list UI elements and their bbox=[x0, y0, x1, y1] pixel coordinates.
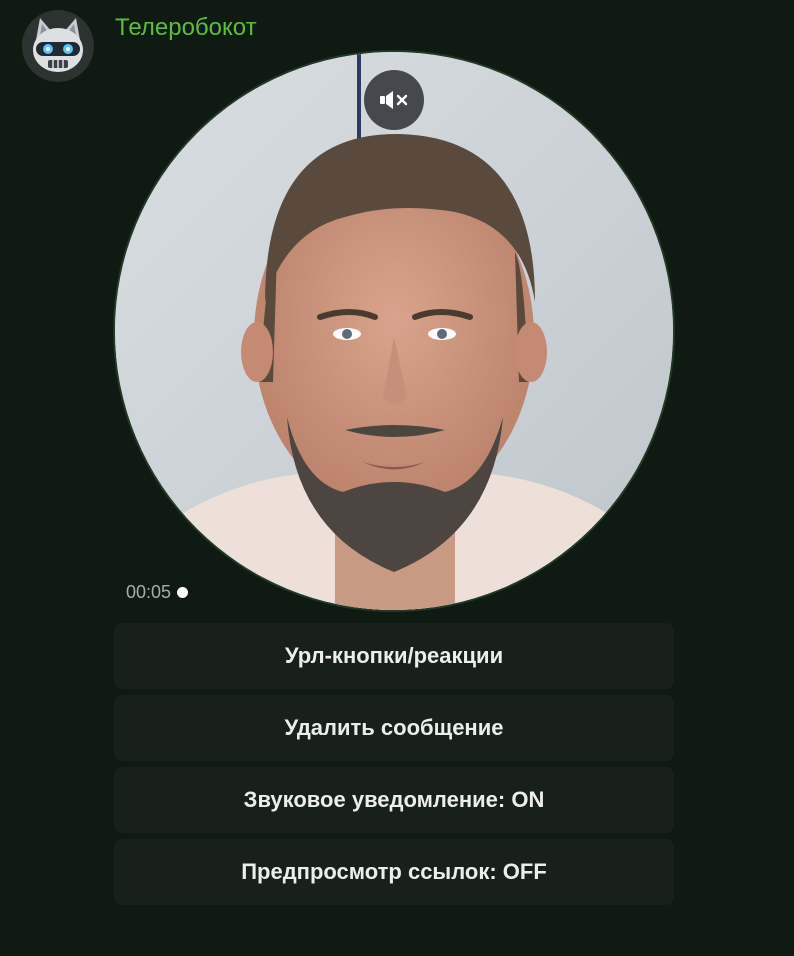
sender-name[interactable]: Телеробокот bbox=[115, 13, 257, 43]
sound-notification-toggle-button[interactable]: Звуковое уведомление: ON bbox=[114, 767, 674, 833]
video-duration: 00:05 bbox=[126, 581, 189, 603]
button-label: Удалить сообщение bbox=[284, 715, 504, 740]
button-label: Предпросмотр ссылок: OFF bbox=[241, 859, 547, 884]
robot-cat-avatar-icon bbox=[33, 18, 83, 72]
video-message[interactable] bbox=[115, 52, 673, 610]
delete-message-button[interactable]: Удалить сообщение bbox=[114, 695, 674, 761]
video-duration-text: 00:05 bbox=[126, 582, 172, 602]
link-preview-toggle-button[interactable]: Предпросмотр ссылок: OFF bbox=[114, 839, 674, 905]
unread-indicator-dot bbox=[177, 586, 189, 598]
speaker-muted-icon bbox=[380, 91, 408, 109]
avatar[interactable] bbox=[22, 10, 94, 82]
inline-keyboard: Урл-кнопки/реакции Удалить сообщение Зву… bbox=[114, 623, 674, 911]
video-frame bbox=[115, 52, 673, 610]
button-label: Звуковое уведомление: ON bbox=[243, 787, 545, 812]
url-buttons-reactions-button[interactable]: Урл-кнопки/реакции bbox=[114, 623, 674, 689]
button-label: Урл-кнопки/реакции bbox=[284, 643, 504, 668]
mute-toggle-button[interactable] bbox=[364, 70, 424, 130]
